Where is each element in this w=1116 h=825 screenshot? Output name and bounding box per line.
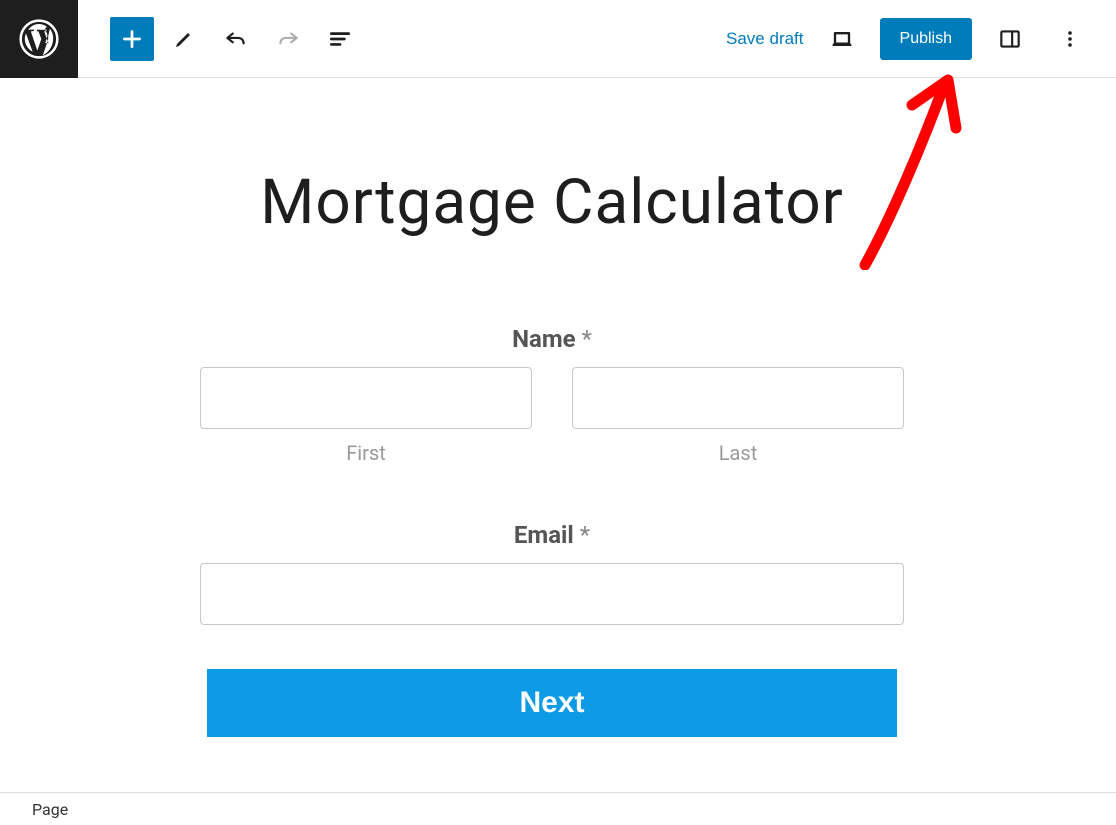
name-row: First Last	[200, 367, 904, 465]
editor-toolbar: Save draft Publish	[0, 0, 1116, 78]
edit-mode-button[interactable]	[162, 17, 206, 61]
left-toolbar	[78, 17, 362, 61]
email-label-text: Email	[514, 521, 574, 549]
redo-icon	[275, 26, 301, 52]
kebab-icon	[1058, 27, 1082, 51]
sidebar-icon	[997, 26, 1023, 52]
last-name-input[interactable]	[572, 367, 904, 429]
first-sublabel: First	[200, 441, 532, 465]
page-title[interactable]: Mortgage Calculator	[172, 166, 932, 239]
last-sublabel: Last	[572, 441, 904, 465]
last-name-col: Last	[572, 367, 904, 465]
wordpress-logo[interactable]	[0, 0, 78, 78]
right-toolbar: Save draft Publish	[726, 17, 1116, 61]
email-input[interactable]	[200, 563, 904, 625]
next-button[interactable]: Next	[207, 669, 897, 737]
name-label-text: Name	[512, 325, 576, 353]
pencil-icon	[172, 27, 196, 51]
save-draft-button[interactable]: Save draft	[726, 29, 804, 49]
first-name-input[interactable]	[200, 367, 532, 429]
form-block: Name * First Last Email *	[172, 325, 932, 737]
name-field-label: Name *	[200, 325, 904, 353]
device-icon	[828, 25, 856, 53]
wordpress-icon	[19, 19, 59, 59]
publish-button[interactable]: Publish	[880, 18, 972, 60]
add-block-button[interactable]	[110, 17, 154, 61]
required-marker: *	[582, 325, 592, 353]
content-wrapper: Mortgage Calculator Name * First Last Em…	[172, 78, 932, 737]
email-block: Email *	[200, 521, 904, 625]
email-field-label: Email *	[200, 521, 904, 549]
plus-icon	[119, 26, 145, 52]
undo-button[interactable]	[214, 17, 258, 61]
content-type-label: Page	[32, 800, 68, 819]
first-name-col: First	[200, 367, 532, 465]
settings-sidebar-button[interactable]	[988, 17, 1032, 61]
more-options-button[interactable]	[1048, 17, 1092, 61]
preview-button[interactable]	[820, 17, 864, 61]
document-overview-button[interactable]	[318, 17, 362, 61]
status-bar: Page	[0, 792, 1116, 825]
editor-canvas[interactable]: Mortgage Calculator Name * First Last Em…	[0, 78, 1104, 792]
undo-icon	[223, 26, 249, 52]
required-marker: *	[580, 521, 590, 549]
redo-button[interactable]	[266, 17, 310, 61]
list-icon	[327, 26, 353, 52]
